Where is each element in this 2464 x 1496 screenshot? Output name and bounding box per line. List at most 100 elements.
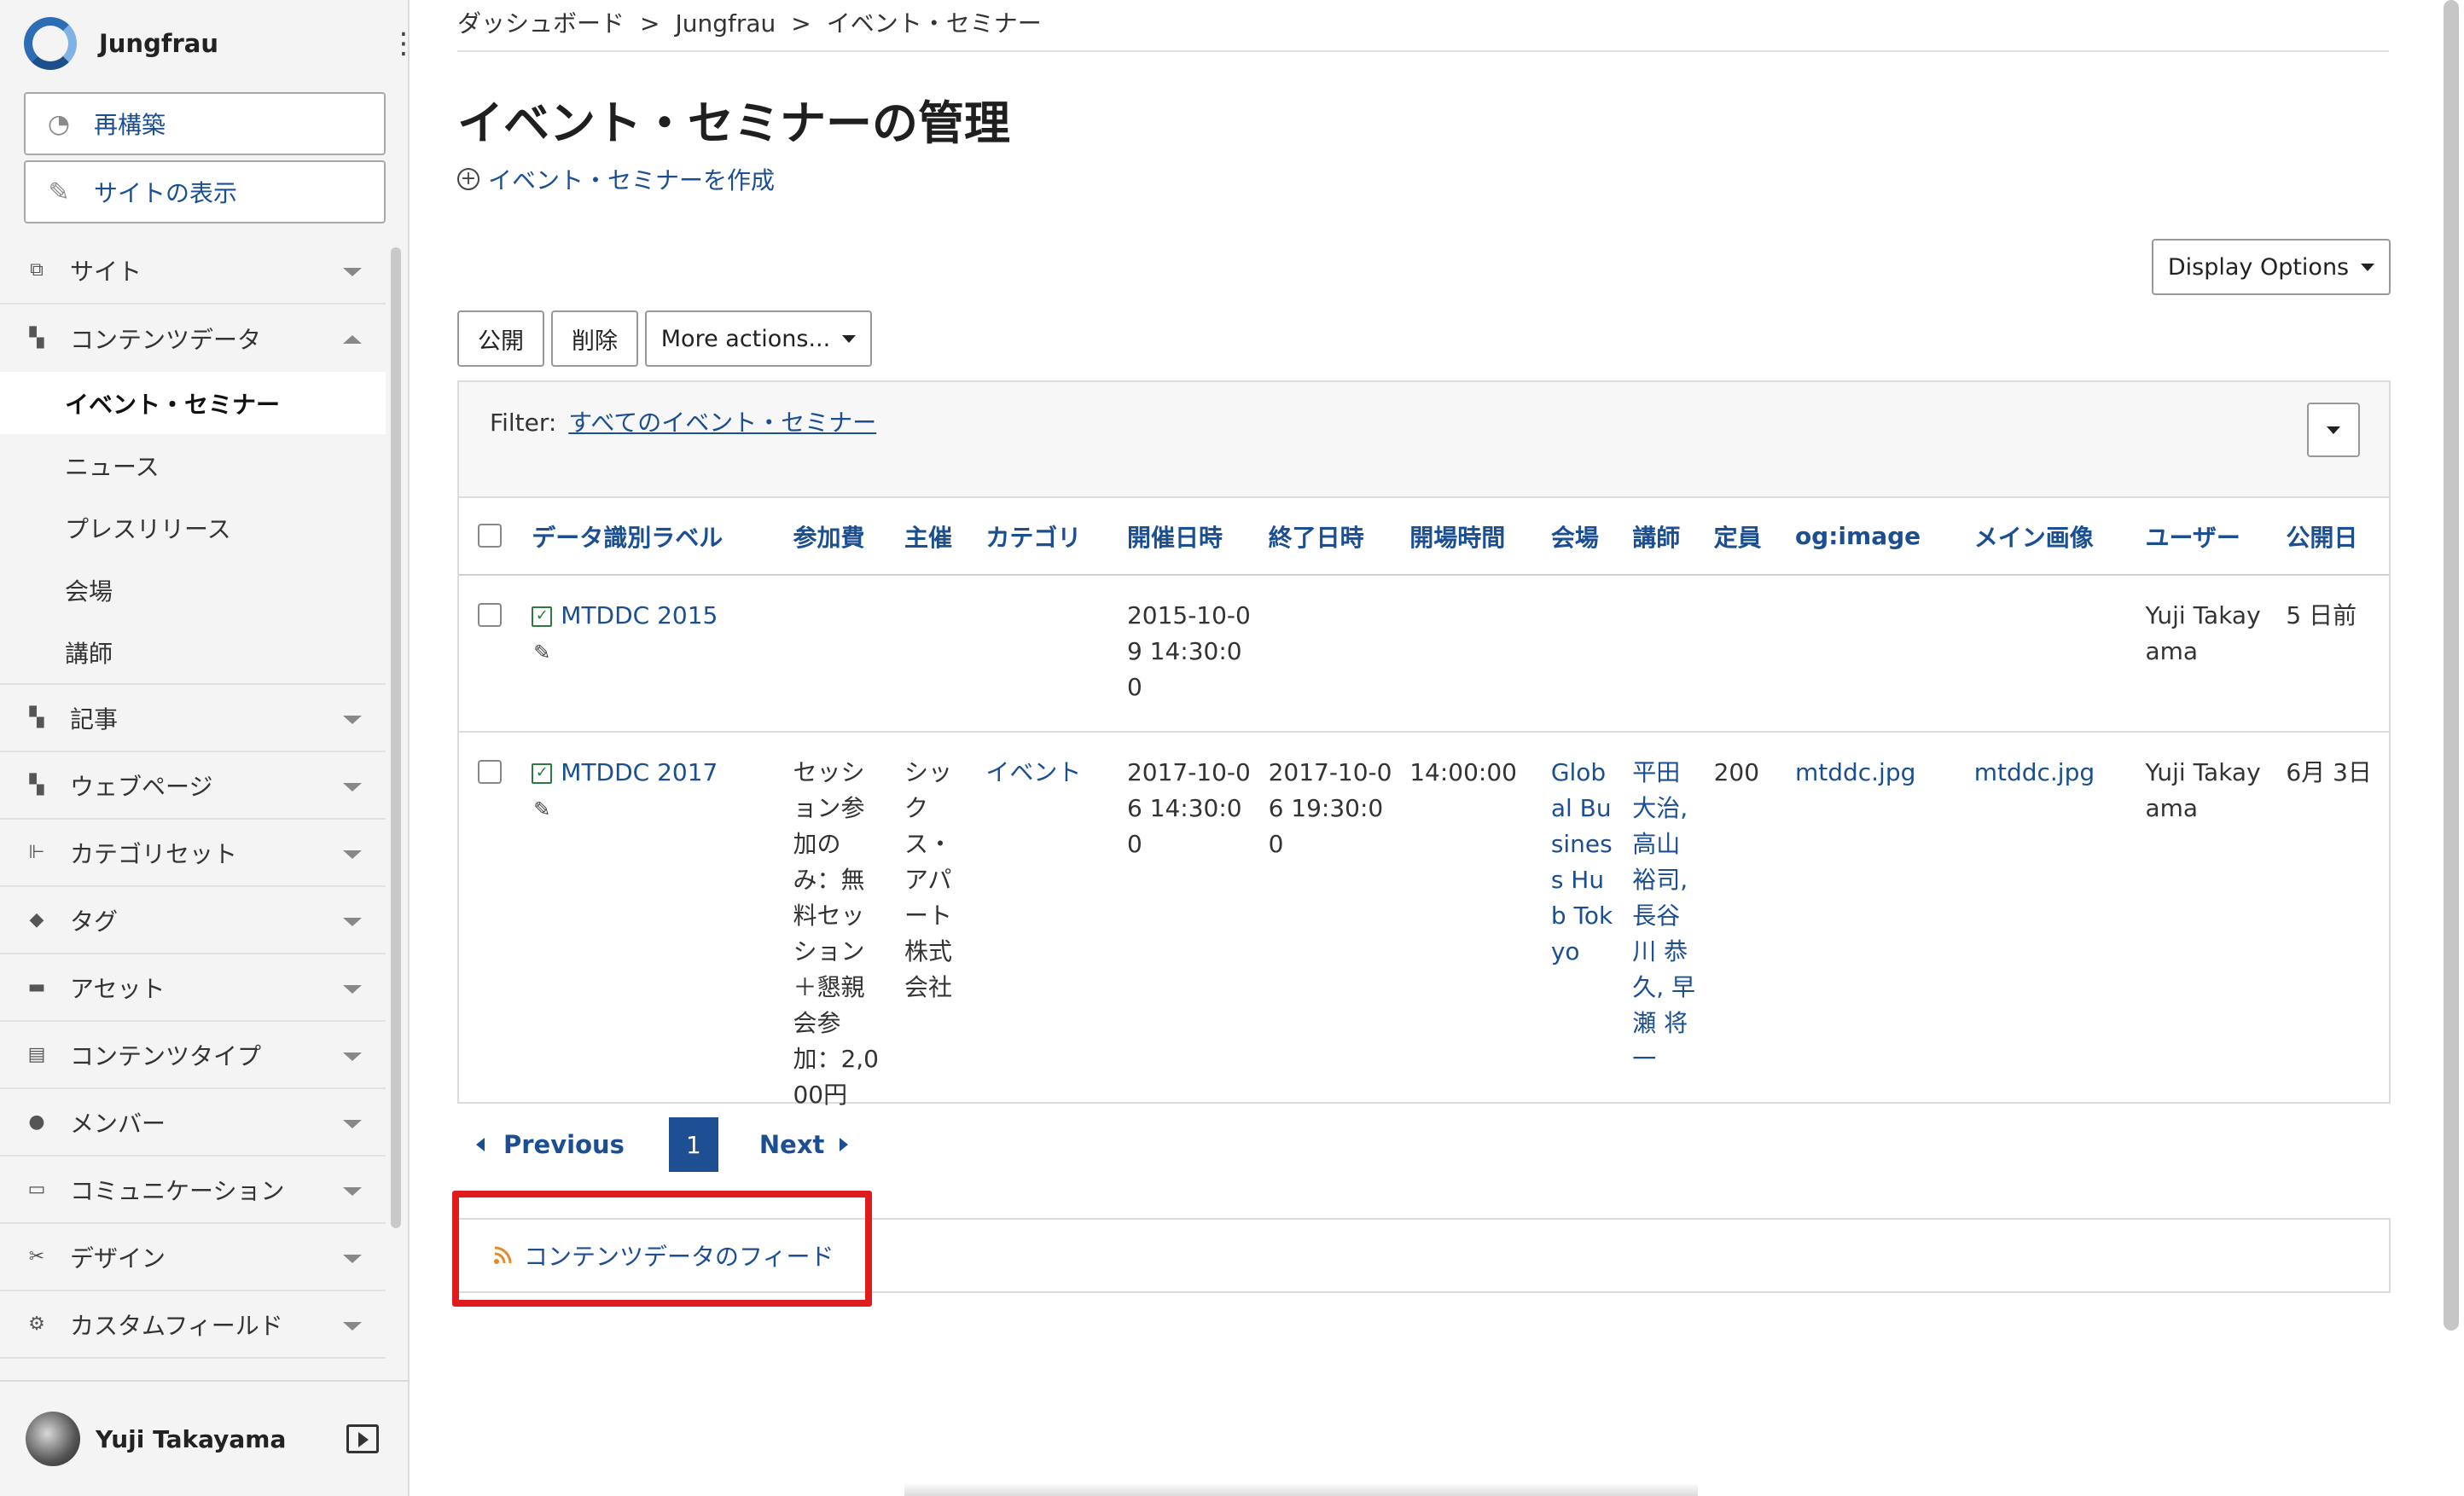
breadcrumb-site[interactable]: Jungfrau xyxy=(675,9,776,38)
sidebar-subitem-press-release[interactable]: プレスリリース xyxy=(0,496,386,559)
sidebar-item-tags[interactable]: ◆ タグ xyxy=(0,887,386,954)
column-header[interactable]: 参加費 xyxy=(784,498,896,576)
select-all-checkbox[interactable] xyxy=(478,524,502,548)
content-data-submenu: イベント・セミナー ニュース プレスリリース 会場 講師 xyxy=(0,372,386,685)
main-image-link[interactable]: mtddc.jpg xyxy=(1974,758,2095,786)
filter-dropdown-button[interactable] xyxy=(2307,403,2360,457)
column-header[interactable]: データ識別ラベル xyxy=(523,498,785,576)
page-scrollbar[interactable] xyxy=(2444,0,2459,1331)
capacity-cell: 200 xyxy=(1713,758,1760,786)
sidebar-item-webpages[interactable]: ▚ ウェブページ xyxy=(0,752,386,820)
sidebar-item-label: 記事 xyxy=(70,705,119,734)
sidebar-nav: ⧉ サイト ▚ コンテンツデータ イベント・セミナー ニュース プレスリリース … xyxy=(0,237,386,1359)
bulk-actions: 公開 削除 More actions... xyxy=(457,310,879,367)
column-header[interactable]: 主催 xyxy=(895,498,978,576)
view-site-button[interactable]: ✎ サイトの表示 xyxy=(24,160,386,223)
published-cell: 6月 3日 xyxy=(2286,758,2372,786)
user-name[interactable]: Yuji Takayama xyxy=(96,1425,346,1453)
organizer-cell: シックス・アパート株式会社 xyxy=(904,758,952,1001)
sidebar-item-content-types[interactable]: ▤ コンテンツタイプ xyxy=(0,1022,386,1089)
column-header[interactable]: 定員 xyxy=(1705,498,1787,576)
next-label: Next xyxy=(758,1130,825,1159)
chevron-down-icon xyxy=(343,1322,362,1331)
next-page-button[interactable]: Next xyxy=(759,1130,849,1159)
breadcrumb-dashboard[interactable]: ダッシュボード xyxy=(457,9,625,38)
filter-text: Filter: すべてのイベント・セミナー xyxy=(490,404,876,438)
category-link[interactable]: イベント xyxy=(985,758,1081,786)
sidebar-item-content-data[interactable]: ▚ コンテンツデータ xyxy=(0,304,386,372)
filter-value-link[interactable]: すべてのイベント・セミナー xyxy=(568,409,876,437)
listing-table-container: Filter: すべてのイベント・セミナー データ識別ラベル 参加費 主催 カテ… xyxy=(457,380,2391,1109)
row-checkbox[interactable] xyxy=(478,760,502,784)
content-type-icon: ▤ xyxy=(27,1044,46,1065)
start-date-cell: 2015-10-09 14:30:00 xyxy=(1118,575,1260,733)
end-date-cell xyxy=(1259,575,1402,733)
venue-link[interactable]: Global Business Hub Tokyo xyxy=(1551,758,1613,965)
sidebar-subitem-event-seminar[interactable]: イベント・セミナー xyxy=(0,372,386,434)
rebuild-button[interactable]: ◔ 再構築 xyxy=(24,92,386,155)
venue-cell xyxy=(1542,575,1624,733)
rebuild-icon: ◔ xyxy=(47,108,71,139)
column-header[interactable]: 開催日時 xyxy=(1118,498,1260,576)
content-data-table: データ識別ラベル 参加費 主催 カテゴリ 開催日時 終了日時 開場時間 会場 講… xyxy=(459,498,2389,1139)
og-image-cell: mtddc.jpg xyxy=(1787,732,1966,1139)
speakers-link[interactable]: 平田 大治, 高山 裕司, 長谷川 恭久, 早瀬 将一 xyxy=(1632,758,1695,1073)
site-logo-icon xyxy=(24,17,77,70)
create-event-link[interactable]: + イベント・セミナーを作成 xyxy=(457,162,775,196)
delete-button[interactable]: 削除 xyxy=(551,310,638,367)
row-checkbox[interactable] xyxy=(478,603,502,627)
current-page[interactable]: 1 xyxy=(668,1117,718,1172)
row-select-cell xyxy=(459,732,523,1139)
sidebar-item-members[interactable]: ● メンバー xyxy=(0,1089,386,1157)
entry-title-link[interactable]: MTDDC 2017 xyxy=(561,758,718,786)
column-header[interactable]: ユーザー xyxy=(2136,498,2278,576)
sidebar-item-communication[interactable]: ▭ コミュニケーション xyxy=(0,1157,386,1224)
column-header[interactable]: 講師 xyxy=(1624,498,1706,576)
open-time-cell: 14:00:00 xyxy=(1409,758,1517,786)
sidebar-item-custom-fields[interactable]: ⚙ カスタムフィールド xyxy=(0,1291,386,1359)
sidebar-item-assets[interactable]: ▬ アセット xyxy=(0,954,386,1022)
column-header[interactable]: 会場 xyxy=(1542,498,1624,576)
sidebar-subitem-venue[interactable]: 会場 xyxy=(0,559,386,621)
kebab-menu-icon[interactable]: ⋮ xyxy=(389,29,418,58)
column-header[interactable]: カテゴリ xyxy=(977,498,1119,576)
bottom-shadow xyxy=(904,1482,1698,1496)
column-header[interactable]: 開場時間 xyxy=(1401,498,1543,576)
sidebar-item-site[interactable]: ⧉ サイト xyxy=(0,237,386,304)
breadcrumb-separator: > xyxy=(640,9,660,38)
sidebar-subitem-speaker[interactable]: 講師 xyxy=(0,621,386,683)
sidebar-subitem-news[interactable]: ニュース xyxy=(0,434,386,496)
sidebar-item-design[interactable]: ✂ デザイン xyxy=(0,1224,386,1291)
sidebar-item-label: カスタムフィールド xyxy=(70,1311,283,1340)
entry-title-link[interactable]: MTDDC 2015 xyxy=(561,601,718,629)
column-header[interactable]: og:image xyxy=(1786,498,1966,576)
column-header[interactable]: 公開日 xyxy=(2277,498,2389,576)
avatar[interactable] xyxy=(26,1412,80,1466)
design-icon: ✂ xyxy=(28,1246,45,1267)
chevron-down-icon xyxy=(343,850,362,859)
sidebar-item-category-sets[interactable]: ⊩ カテゴリセット xyxy=(0,820,386,887)
rebuild-label: 再構築 xyxy=(94,111,166,139)
previous-page-button[interactable]: Previous xyxy=(457,1130,625,1159)
column-header[interactable]: 終了日時 xyxy=(1259,498,1402,576)
sign-out-icon[interactable] xyxy=(346,1424,379,1453)
column-header[interactable]: メイン画像 xyxy=(1965,498,2137,576)
edit-icon[interactable]: ✎ xyxy=(533,791,550,827)
edit-icon[interactable]: ✎ xyxy=(533,635,550,670)
chevron-down-icon xyxy=(343,1120,362,1128)
organizer-cell xyxy=(895,575,978,733)
display-options-button[interactable]: Display Options xyxy=(2152,239,2391,295)
main-image-cell xyxy=(1965,575,2137,733)
sidebar-item-label: コンテンツタイプ xyxy=(70,1041,262,1070)
main-image-cell: mtddc.jpg xyxy=(1966,732,2137,1139)
site-name[interactable]: Jungfrau xyxy=(99,29,389,58)
published-status-icon: ✓ xyxy=(532,763,553,784)
sidebar-scrollbar[interactable] xyxy=(391,247,401,1228)
highlight-annotation xyxy=(452,1191,872,1307)
og-image-link[interactable]: mtddc.jpg xyxy=(1795,758,1915,786)
publish-button[interactable]: 公開 xyxy=(457,310,544,367)
sidebar-item-entries[interactable]: ▚ 記事 xyxy=(0,685,386,752)
more-actions-button[interactable]: More actions... xyxy=(645,310,872,367)
og-image-cell xyxy=(1786,575,1966,733)
view-site-label: サイトの表示 xyxy=(94,179,238,207)
